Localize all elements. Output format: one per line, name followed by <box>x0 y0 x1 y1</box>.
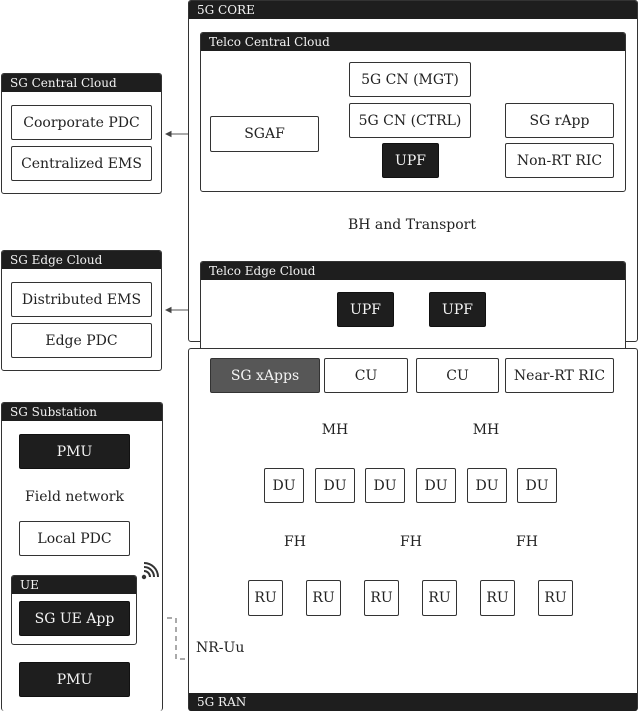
bh-transport-cloud: BH and Transport <box>347 217 476 233</box>
ru-box[interactable]: RU <box>538 580 573 616</box>
du-box[interactable]: DU <box>264 468 304 503</box>
edge-upf-box-2[interactable]: UPF <box>429 292 486 327</box>
telco-edge-cloud-title: Telco Edge Cloud <box>201 262 625 280</box>
ru-box[interactable]: RU <box>306 580 341 616</box>
cu-box-2[interactable]: CU <box>416 358 499 393</box>
near-rt-ric-box[interactable]: Near-RT RIC <box>505 358 614 393</box>
du-box[interactable]: DU <box>315 468 355 503</box>
edge-upf-box-1[interactable]: UPF <box>337 292 394 327</box>
du-box[interactable]: DU <box>467 468 507 503</box>
5g-core-title: 5G CORE <box>189 1 637 19</box>
sgaf-box[interactable]: SGAF <box>210 116 319 152</box>
cu-box-1[interactable]: CU <box>324 358 408 393</box>
pmu-top-box[interactable]: PMU <box>19 434 130 469</box>
telco-central-cloud-title: Telco Central Cloud <box>201 33 625 51</box>
central-upf-box[interactable]: UPF <box>382 143 439 178</box>
ru-box[interactable]: RU <box>422 580 457 616</box>
edge-pdc-box[interactable]: Edge PDC <box>11 323 152 358</box>
5g-cn-mgt-box[interactable]: 5G CN (MGT) <box>349 62 471 97</box>
mh-cloud-2: MH <box>472 422 500 438</box>
ru-box[interactable]: RU <box>248 580 283 616</box>
sg-rapp-box[interactable]: SG rApp <box>505 103 614 138</box>
du-box[interactable]: DU <box>416 468 456 503</box>
mh-cloud-1: MH <box>321 422 349 438</box>
sg-substation-title: SG Substation <box>2 403 162 421</box>
distributed-ems-box[interactable]: Distributed EMS <box>11 282 152 317</box>
non-rt-ric-box[interactable]: Non-RT RIC <box>505 143 614 178</box>
ru-box[interactable]: RU <box>480 580 515 616</box>
nr-uu-label: NR-Uu <box>196 640 245 656</box>
wireless-signal-icon <box>141 562 159 580</box>
ru-box[interactable]: RU <box>364 580 399 616</box>
pmu-bottom-box[interactable]: PMU <box>19 662 130 697</box>
sg-edge-cloud-title: SG Edge Cloud <box>2 251 161 269</box>
field-network-cloud: Field network <box>25 488 124 505</box>
sg-xapps-box[interactable]: SG xApps <box>210 358 320 393</box>
centralized-ems-box[interactable]: Centralized EMS <box>11 146 152 181</box>
sg-central-cloud-title: SG Central Cloud <box>2 74 161 92</box>
5g-ran-title: 5G RAN <box>189 693 637 711</box>
ue-title: UE <box>12 576 136 594</box>
fh-cloud-3: FH <box>516 534 538 550</box>
fh-cloud-1: FH <box>284 534 306 550</box>
sg-ue-app-box[interactable]: SG UE App <box>19 601 130 636</box>
du-box[interactable]: DU <box>365 468 405 503</box>
coorporate-pdc-box[interactable]: Coorporate PDC <box>11 105 152 140</box>
du-box[interactable]: DU <box>517 468 557 503</box>
fh-cloud-2: FH <box>400 534 422 550</box>
local-pdc-box[interactable]: Local PDC <box>19 521 130 556</box>
5g-cn-ctrl-box[interactable]: 5G CN (CTRL) <box>349 103 471 138</box>
